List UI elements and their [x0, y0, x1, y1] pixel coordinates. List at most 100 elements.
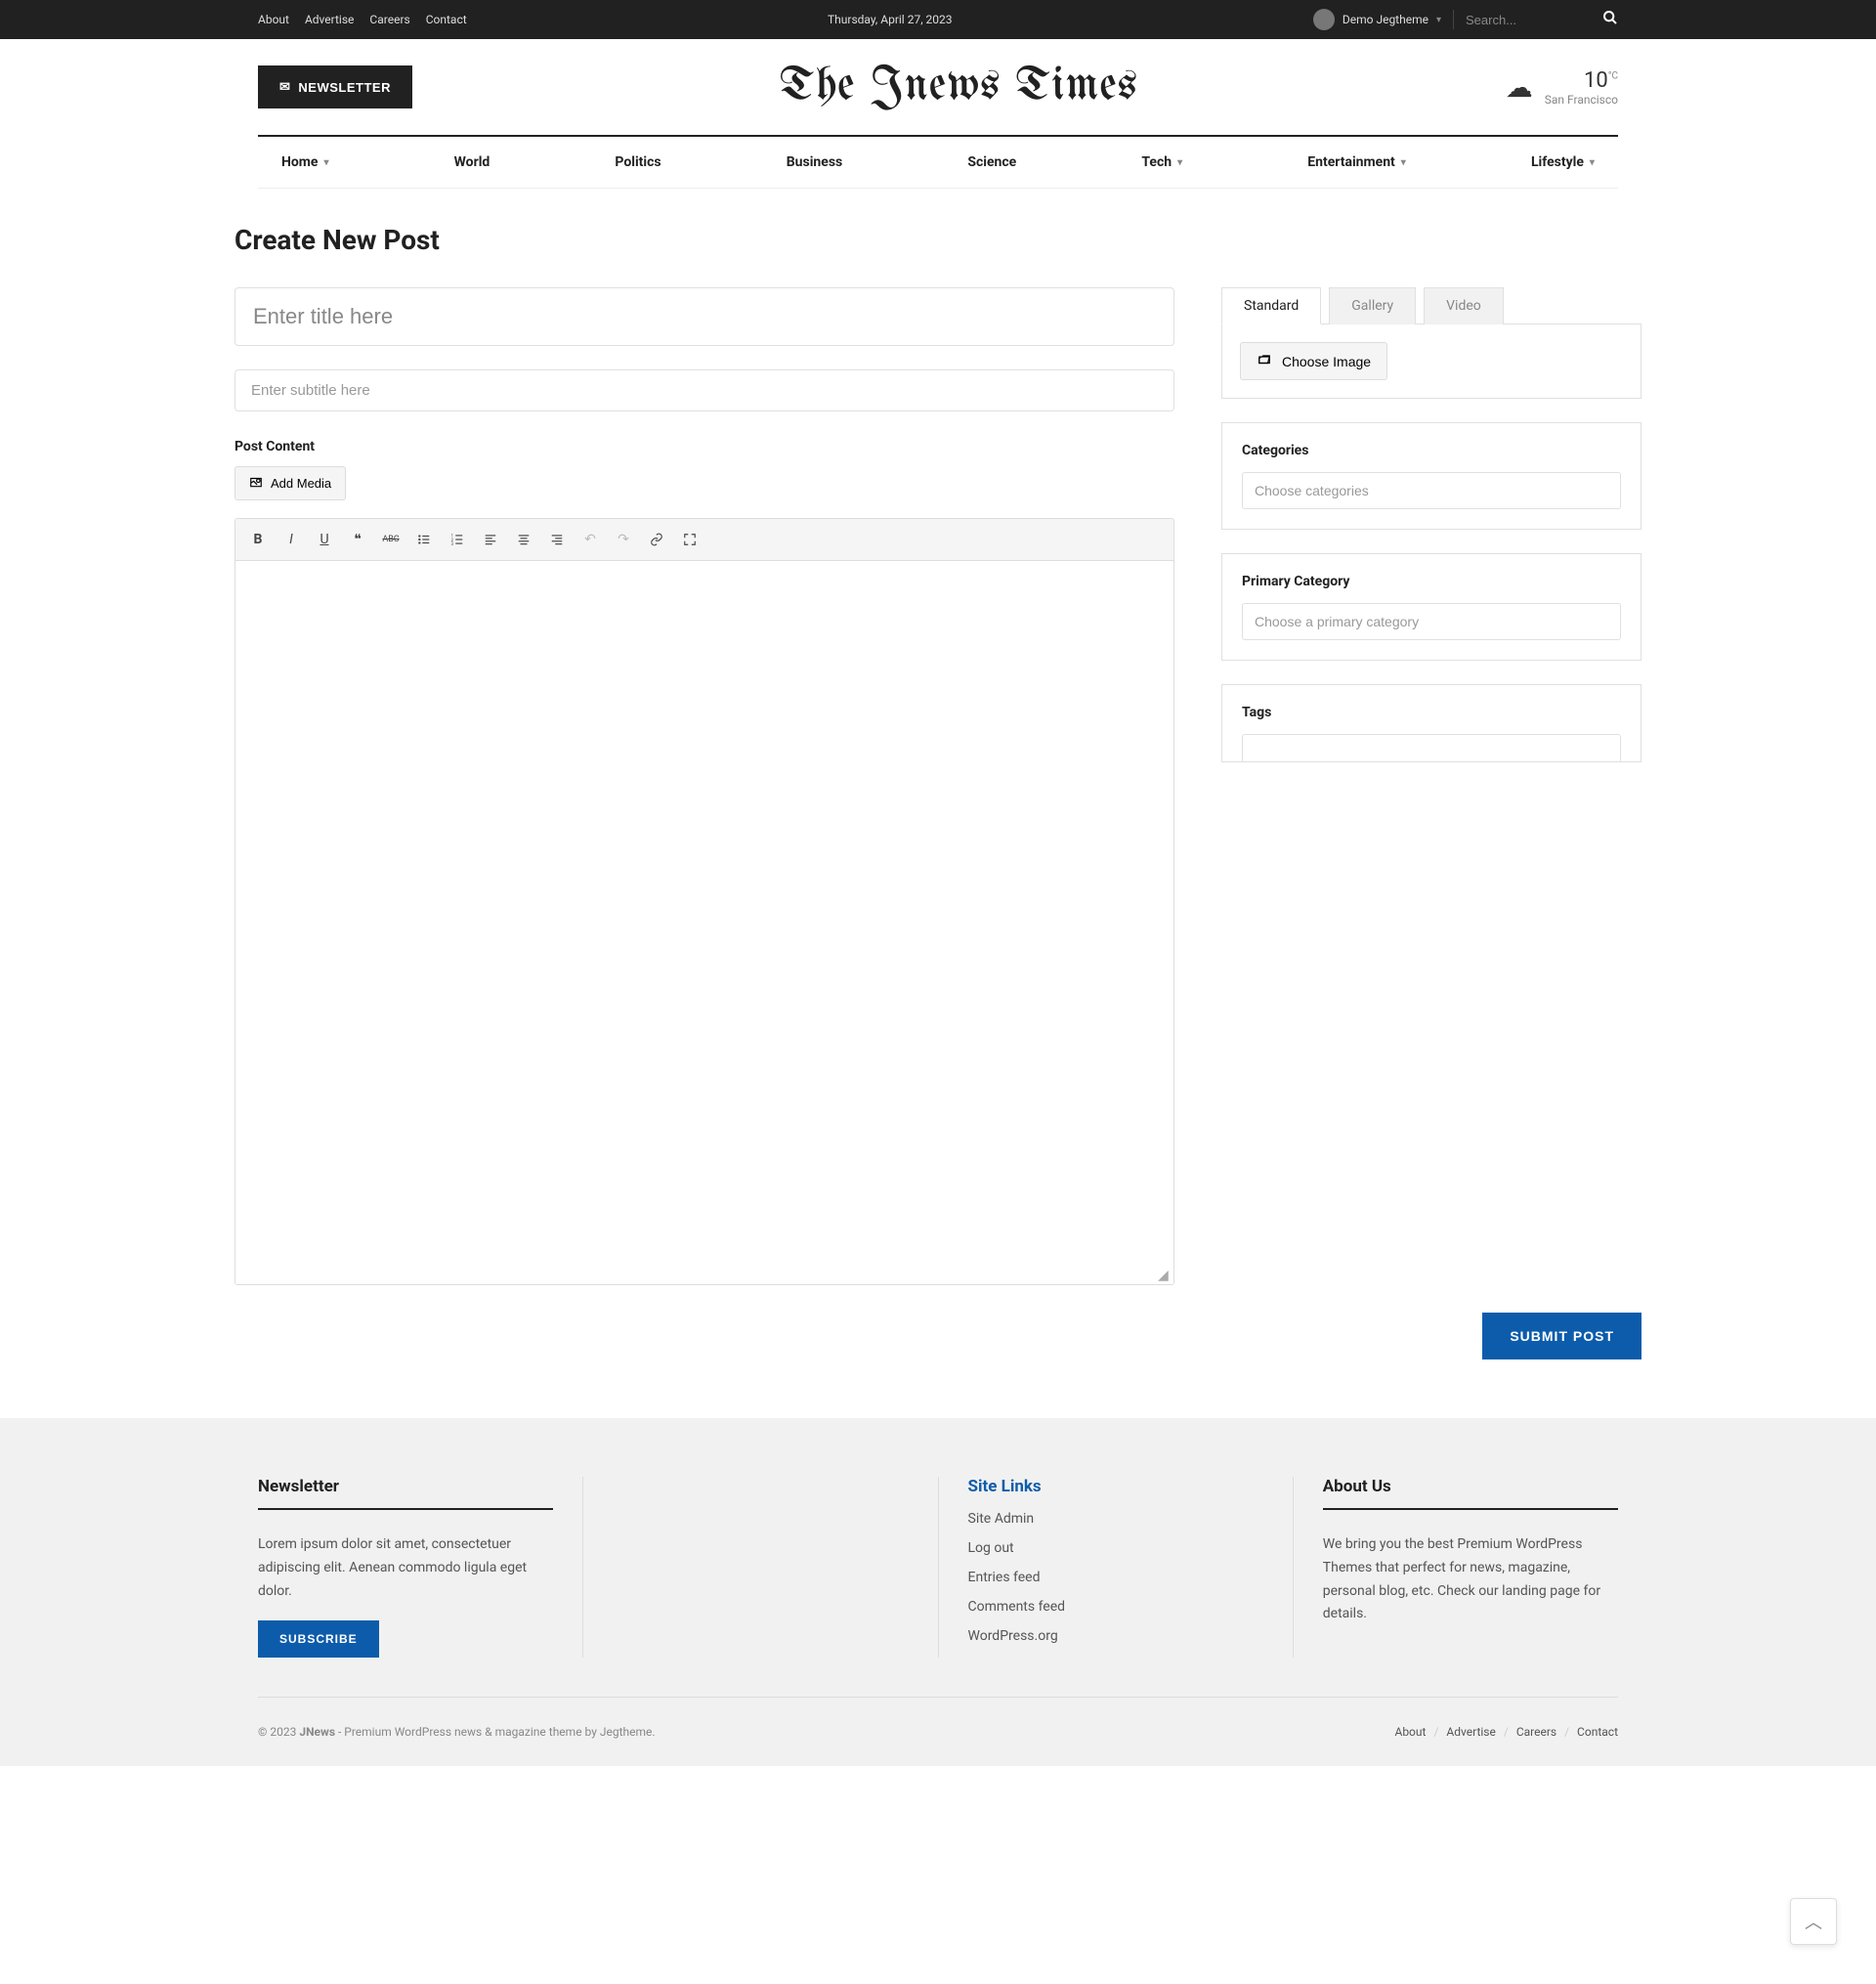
submit-post-button[interactable]: SUBMIT POST	[1482, 1313, 1642, 1359]
theme-link[interactable]: Jegtheme	[600, 1725, 653, 1739]
bullet-list-button[interactable]	[409, 525, 439, 554]
tab-content: Choose Image	[1221, 323, 1642, 399]
primary-category-input[interactable]	[1242, 603, 1621, 640]
footer-link[interactable]: Log out	[968, 1540, 1014, 1556]
categories-title: Categories	[1242, 443, 1621, 458]
footer-link[interactable]: Comments feed	[968, 1599, 1066, 1615]
tab-gallery[interactable]: Gallery	[1329, 287, 1416, 324]
link-button[interactable]	[642, 525, 671, 554]
footer-link[interactable]: Entries feed	[968, 1570, 1041, 1585]
nav-item-home[interactable]: Home▾	[258, 137, 353, 188]
footer-bottom-link[interactable]: About	[1394, 1725, 1426, 1739]
fullscreen-button[interactable]	[675, 525, 704, 554]
footer-bottom-links: About/Advertise/Careers/Contact	[1394, 1725, 1618, 1739]
footer-newsletter-title: Newsletter	[258, 1477, 553, 1510]
footer-link[interactable]: WordPress.org	[968, 1628, 1058, 1644]
page-title: Create New Post	[234, 224, 1642, 256]
footer-sitelinks-title: Site Links	[968, 1477, 1263, 1496]
nav-item-science[interactable]: Science	[944, 137, 1040, 188]
back-to-top-button[interactable]: ︿	[1790, 1898, 1837, 1945]
footer-newsletter: Newsletter Lorem ipsum dolor sit amet, c…	[258, 1477, 583, 1658]
rich-text-editor: B I U ❝ ABC 123	[234, 518, 1174, 1285]
search-wrap	[1453, 10, 1618, 29]
post-title-input[interactable]	[234, 287, 1174, 346]
user-name: Demo Jegtheme	[1343, 13, 1428, 26]
tab-video[interactable]: Video	[1424, 287, 1504, 324]
footer-copyright: © 2023 JNews - Premium WordPress news & …	[258, 1725, 656, 1739]
topbar-link-advertise[interactable]: Advertise	[305, 13, 354, 26]
strikethrough-button[interactable]: ABC	[376, 525, 405, 554]
post-subtitle-input[interactable]	[234, 369, 1174, 411]
tags-panel: Tags	[1221, 684, 1642, 762]
footer-link[interactable]: Site Admin	[968, 1511, 1035, 1527]
newsletter-label: NEWSLETTER	[298, 80, 391, 95]
choose-image-button[interactable]: Choose Image	[1240, 342, 1387, 380]
nav-item-tech[interactable]: Tech▾	[1118, 137, 1206, 188]
folder-open-icon	[1257, 353, 1272, 369]
topbar-date: Thursday, April 27, 2023	[467, 13, 1313, 26]
align-right-button[interactable]	[542, 525, 572, 554]
tags-input[interactable]	[1242, 734, 1621, 762]
primary-category-panel: Primary Category	[1221, 553, 1642, 661]
blockquote-button[interactable]: ❝	[343, 525, 372, 554]
weather-widget: ☁ 10°C San Francisco	[1506, 68, 1618, 107]
undo-button[interactable]: ↶	[576, 525, 605, 554]
add-media-label: Add Media	[271, 476, 331, 491]
media-icon	[249, 475, 263, 492]
chevron-down-icon: ▾	[1436, 15, 1441, 25]
avatar	[1313, 9, 1335, 30]
align-left-button[interactable]	[476, 525, 505, 554]
subscribe-button[interactable]: SUBSCRIBE	[258, 1620, 379, 1658]
header: ✉ NEWSLETTER The Jnews Times ☁ 10°C San …	[0, 39, 1876, 135]
search-icon[interactable]	[1602, 10, 1618, 29]
footer: Newsletter Lorem ipsum dolor sit amet, c…	[0, 1418, 1876, 1766]
topbar-links: About Advertise Careers Contact	[258, 13, 467, 26]
newsletter-button[interactable]: ✉ NEWSLETTER	[258, 65, 412, 108]
topbar: About Advertise Careers Contact Thursday…	[0, 0, 1876, 39]
weather-location: San Francisco	[1545, 93, 1618, 107]
envelope-icon: ✉	[279, 79, 290, 95]
footer-about-title: About Us	[1323, 1477, 1618, 1510]
editor-toolbar: B I U ❝ ABC 123	[235, 519, 1173, 561]
topbar-link-careers[interactable]: Careers	[369, 13, 409, 26]
footer-sitelinks: Site Links Site Admin Log out Entries feed…	[939, 1477, 1294, 1658]
chevron-down-icon: ▾	[1177, 157, 1182, 168]
footer-bottom-link[interactable]: Contact	[1577, 1725, 1618, 1739]
add-media-button[interactable]: Add Media	[234, 466, 346, 500]
footer-newsletter-text: Lorem ipsum dolor sit amet, consectetuer…	[258, 1533, 553, 1603]
underline-button[interactable]: U	[310, 525, 339, 554]
topbar-link-contact[interactable]: Contact	[426, 13, 467, 26]
italic-button[interactable]: I	[277, 525, 306, 554]
categories-input[interactable]	[1242, 472, 1621, 509]
tags-title: Tags	[1242, 705, 1621, 720]
ordered-list-button[interactable]: 123	[443, 525, 472, 554]
svg-text:3: 3	[451, 541, 454, 546]
choose-image-label: Choose Image	[1282, 354, 1371, 369]
search-input[interactable]	[1466, 13, 1602, 27]
editor-body[interactable]: ◢	[235, 561, 1173, 1284]
resize-handle[interactable]: ◢	[1158, 1269, 1170, 1280]
nav-item-lifestyle[interactable]: Lifestyle▾	[1508, 137, 1618, 188]
nav-item-entertainment[interactable]: Entertainment▾	[1284, 137, 1429, 188]
footer-empty	[583, 1477, 938, 1658]
post-content-label: Post Content	[234, 439, 1174, 454]
bold-button[interactable]: B	[243, 525, 273, 554]
footer-bottom-link[interactable]: Advertise	[1446, 1725, 1495, 1739]
tab-standard[interactable]: Standard	[1221, 287, 1321, 324]
chevron-down-icon: ▾	[1590, 157, 1595, 168]
weather-temp: 10°C	[1584, 68, 1618, 93]
nav-item-politics[interactable]: Politics	[591, 137, 684, 188]
chevron-up-icon: ︿	[1805, 1909, 1822, 1934]
user-menu[interactable]: Demo Jegtheme ▾	[1313, 9, 1441, 30]
nav-item-business[interactable]: Business	[763, 137, 866, 188]
cloud-icon: ☁	[1506, 71, 1533, 104]
categories-panel: Categories	[1221, 422, 1642, 530]
site-logo[interactable]: The Jnews Times	[780, 63, 1138, 111]
nav-item-world[interactable]: World	[431, 137, 514, 188]
format-tabs: Standard Gallery Video	[1221, 287, 1642, 324]
align-center-button[interactable]	[509, 525, 538, 554]
chevron-down-icon: ▾	[1401, 157, 1406, 168]
redo-button[interactable]: ↷	[609, 525, 638, 554]
footer-bottom-link[interactable]: Careers	[1516, 1725, 1556, 1739]
topbar-link-about[interactable]: About	[258, 13, 289, 26]
